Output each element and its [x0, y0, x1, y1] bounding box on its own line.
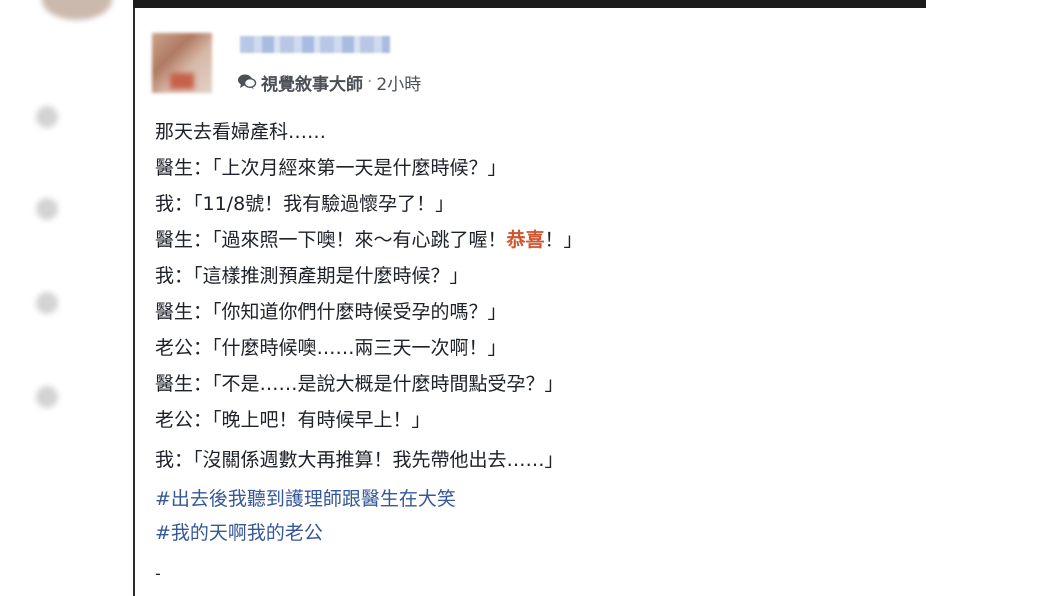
- post-line: 醫生：「過來照一下噢！來～有心跳了喔！恭喜！」: [155, 229, 583, 251]
- post-card: 視覺敘事大師 · 2小時 那天去看婦產科…… 醫生：「上次月經來第一天是什麼時候…: [135, 8, 926, 596]
- blurred-avatar-icon: [42, 0, 112, 20]
- author-name-blurred[interactable]: [240, 36, 390, 53]
- left-sidebar-blurred: [0, 0, 133, 596]
- post-line: 醫生：「不是……是說大概是什麼時間點受孕？」: [155, 373, 564, 395]
- hashtag-list: #出去後我聽到護理師跟醫生在大笑 #我的天啊我的老公: [155, 482, 456, 550]
- post-line: 我：「11/8號！我有驗過懷孕了！」: [155, 193, 455, 215]
- post-meta-row: 視覺敘事大師 · 2小時: [237, 70, 421, 95]
- hashtag-link[interactable]: #我的天啊我的老公: [155, 516, 456, 550]
- post-line: 我：「這樣推測預產期是什麼時候？」: [155, 265, 469, 287]
- speech-bubbles-icon: [237, 73, 257, 91]
- post-body: 那天去看婦產科…… 醫生：「上次月經來第一天是什麼時候？」 我：「11/8號！我…: [155, 114, 583, 478]
- post-line: 醫生：「上次月經來第一天是什麼時候？」: [155, 157, 507, 179]
- hashtag-link[interactable]: #出去後我聽到護理師跟醫生在大笑: [155, 482, 456, 516]
- blurred-avatar-icon: [36, 386, 58, 408]
- blurred-avatar-icon: [36, 292, 58, 314]
- author-avatar[interactable]: [152, 33, 212, 93]
- post-line: 老公：「晚上吧！有時候早上！」: [155, 409, 431, 431]
- post-line: 老公：「什麼時候噢……兩三天一次啊！」: [155, 337, 507, 359]
- post-timestamp[interactable]: 2小時: [376, 70, 421, 95]
- top-navigation-bar: [133, 0, 926, 8]
- blurred-avatar-icon: [36, 198, 58, 220]
- blurred-avatar-icon: [36, 106, 58, 128]
- trailing-dash: -: [155, 564, 161, 583]
- highlighted-word: 恭喜: [506, 229, 545, 251]
- post-line: 那天去看婦產科……: [155, 121, 327, 143]
- post-line: 我：「沒關係週數大再推算！我先帶他出去……」: [155, 449, 564, 471]
- meta-separator: ·: [367, 72, 373, 92]
- page-name-link[interactable]: 視覺敘事大師: [261, 70, 363, 95]
- post-line: 醫生：「你知道你們什麼時候受孕的嗎？」: [155, 301, 507, 323]
